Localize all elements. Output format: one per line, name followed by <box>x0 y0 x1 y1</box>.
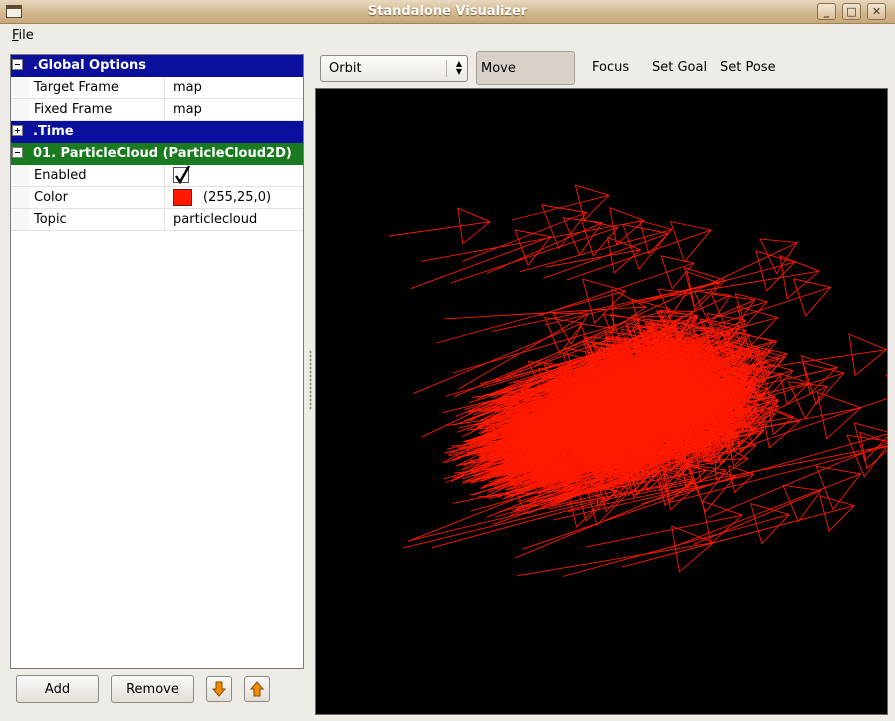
view-mode-value: Orbit <box>329 61 362 76</box>
particle-arrow <box>511 184 610 221</box>
tree-row-color[interactable]: Color (255,25,0) <box>11 187 303 209</box>
tree-gutter <box>11 187 29 208</box>
splitter-handle[interactable] <box>309 350 312 410</box>
arrow-up-icon <box>250 681 264 697</box>
particle-arrow <box>388 207 491 245</box>
checkmark-icon <box>175 165 191 185</box>
particle-arrow <box>436 278 627 344</box>
remove-button[interactable]: Remove <box>111 675 194 703</box>
close-icon: ✕ <box>871 5 882 18</box>
global-options-label: .Global Options <box>33 58 147 73</box>
add-button[interactable]: Add <box>16 675 99 703</box>
particle-cloud-label: 01. ParticleCloud (ParticleCloud2D) <box>33 146 292 161</box>
tree-gutter <box>11 77 29 98</box>
tree-row-particle-cloud[interactable]: 01. ParticleCloud (ParticleCloud2D) <box>11 143 303 165</box>
maximize-button[interactable]: □ <box>842 3 861 20</box>
arrow-down-icon <box>212 681 226 697</box>
color-name: Color <box>29 187 165 208</box>
tree-row-enabled[interactable]: Enabled <box>11 165 303 187</box>
move-up-button[interactable] <box>244 676 270 702</box>
tree-gutter <box>11 165 29 186</box>
focus-tool[interactable]: Focus <box>592 51 629 85</box>
particle-arrow <box>492 271 721 332</box>
display-tree[interactable]: .Global Options Target Frame map Fixed F… <box>10 54 304 669</box>
tree-gutter <box>11 209 29 230</box>
tree-row-target-frame[interactable]: Target Frame map <box>11 77 303 99</box>
spin-arrows-icon: ▲ ▼ <box>455 59 462 76</box>
particle-arrow <box>701 278 832 330</box>
particle-arrow <box>462 204 588 262</box>
fixed-frame-value[interactable]: map <box>169 99 303 120</box>
particle-cloud-canvas[interactable] <box>316 89 895 714</box>
particle-arrow <box>621 495 855 568</box>
collapse-icon[interactable] <box>12 147 23 158</box>
tree-gutter <box>11 99 29 120</box>
fixed-frame-name: Fixed Frame <box>29 99 165 120</box>
tree-row-fixed-frame[interactable]: Fixed Frame map <box>11 99 303 121</box>
set-pose-tool[interactable]: Set Pose <box>720 51 776 85</box>
tree-row-global-options[interactable]: .Global Options <box>11 55 303 77</box>
collapse-icon[interactable] <box>12 59 23 70</box>
tree-row-topic[interactable]: Topic particlecloud <box>11 209 303 231</box>
title-bar[interactable]: Standalone Visualizer _ □ ✕ <box>0 0 895 24</box>
minimize-icon: _ <box>823 5 830 18</box>
color-value-cell[interactable]: (255,25,0) <box>169 187 303 208</box>
expand-icon[interactable] <box>12 125 23 136</box>
combo-separator <box>446 60 447 77</box>
target-frame-value[interactable]: map <box>169 77 303 98</box>
menu-file-label: ile <box>18 28 34 43</box>
close-button[interactable]: ✕ <box>867 3 886 20</box>
topic-value[interactable]: particlecloud <box>169 209 303 230</box>
particle-arrow <box>444 288 647 330</box>
menu-bar: File <box>0 24 895 48</box>
menu-file[interactable]: File <box>12 28 34 43</box>
enabled-value <box>169 165 303 186</box>
move-down-button[interactable] <box>206 676 232 702</box>
time-label: .Time <box>33 124 74 139</box>
topic-name: Topic <box>29 209 165 230</box>
minimize-button[interactable]: _ <box>817 3 836 20</box>
window-title: Standalone Visualizer <box>367 4 528 19</box>
enabled-checkbox[interactable] <box>173 165 191 185</box>
maximize-icon: □ <box>846 5 857 18</box>
tree-row-time[interactable]: .Time <box>11 121 303 143</box>
color-swatch[interactable] <box>173 189 192 206</box>
view-mode-select[interactable]: Orbit ▲ ▼ <box>320 55 468 82</box>
render-viewport[interactable] <box>315 88 895 715</box>
target-frame-name: Target Frame <box>29 77 165 98</box>
set-goal-tool[interactable]: Set Goal <box>652 51 707 85</box>
enabled-name: Enabled <box>29 165 165 186</box>
particle-arrow <box>681 238 798 298</box>
move-camera-tool[interactable]: Move Camera <box>476 51 575 110</box>
color-value: (255,25,0) <box>203 190 272 205</box>
particle-arrow <box>519 219 673 273</box>
